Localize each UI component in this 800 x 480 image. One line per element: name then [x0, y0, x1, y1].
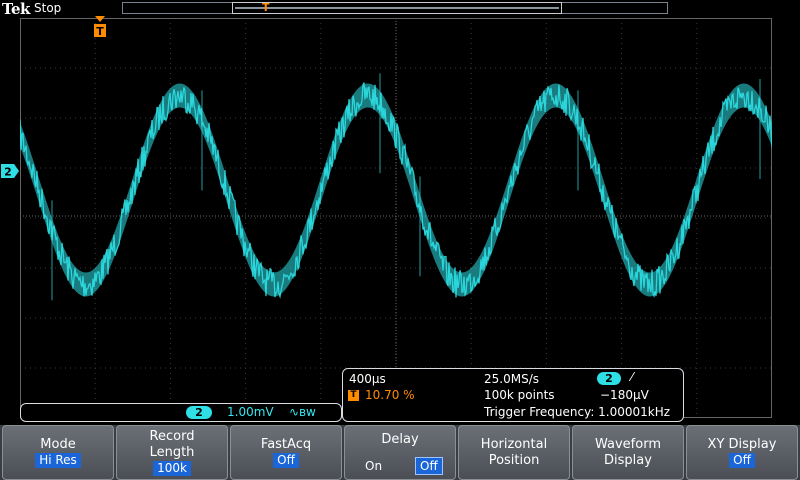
record-length-value: 100k [153, 461, 191, 476]
fastacq-button[interactable]: FastAcq Off [230, 425, 342, 480]
trigger-position-icon: T [348, 390, 359, 401]
trigger-position-icon: T [262, 1, 270, 14]
record-length-label: Record Length [149, 429, 195, 460]
mode-value: Hi Res [35, 453, 81, 468]
horizontal-position-button[interactable]: Horizontal Position [458, 425, 570, 480]
xy-display-button[interactable]: XY Display Off [686, 425, 798, 480]
record-points-value: 100k points [484, 388, 555, 402]
fastacq-value: Off [273, 453, 299, 468]
trigger-level-value: −180µV [600, 388, 649, 402]
mode-label: Mode [40, 437, 76, 452]
record-length-button[interactable]: Record Length 100k [116, 425, 228, 480]
channel-badge: 2 [186, 406, 212, 419]
sample-rate-value: 25.0MS/s [484, 372, 539, 386]
horizontal-position-label: Horizontal Position [480, 437, 548, 468]
svg-text:2: 2 [4, 166, 12, 179]
channel-2-ground-marker: 2 [1, 164, 19, 179]
waveform-display-button[interactable]: Waveform Display [572, 425, 684, 480]
mode-button[interactable]: Mode Hi Res [2, 425, 114, 480]
bandwidth-limit-icon: ∿ʙᴡ [289, 405, 316, 419]
waveform-display [20, 18, 772, 418]
timebase-value: 400µs [349, 372, 386, 386]
trigger-marker-icon: T [94, 16, 106, 38]
fastacq-label: FastAcq [260, 437, 312, 452]
rising-edge-icon: ⁄ [631, 370, 634, 384]
delay-off-option[interactable]: Off [415, 457, 443, 475]
record-view-window [232, 2, 562, 14]
status-bar: Tek Stop T [0, 0, 800, 18]
channel-readout[interactable]: 2 1.00mV ∿ʙᴡ [20, 403, 342, 422]
run-state-label: Stop [34, 1, 62, 15]
waveform-display-label: Waveform Display [595, 437, 661, 468]
trigger-position-value: 10.70 % [365, 388, 415, 402]
delay-on-option[interactable]: On [365, 459, 382, 473]
trigger-frequency: Trigger Frequency: 1.00001kHz [484, 405, 671, 419]
bottom-menu: Mode Hi Res Record Length 100k FastAcq O… [0, 425, 800, 480]
trigger-source-badge: 2 [597, 372, 621, 385]
delay-label: Delay [381, 432, 419, 447]
vertical-scale: 1.00mV [227, 405, 274, 419]
xy-display-value: Off [729, 453, 755, 468]
brand-logo: Tek [2, 0, 30, 18]
delay-button[interactable]: Delay On Off [344, 425, 456, 480]
acquisition-readout[interactable]: 400µs T 10.70 % 25.0MS/s 100k points 2 ⁄… [342, 368, 684, 422]
svg-text:T: T [96, 25, 104, 38]
xy-display-label: XY Display [707, 437, 777, 452]
